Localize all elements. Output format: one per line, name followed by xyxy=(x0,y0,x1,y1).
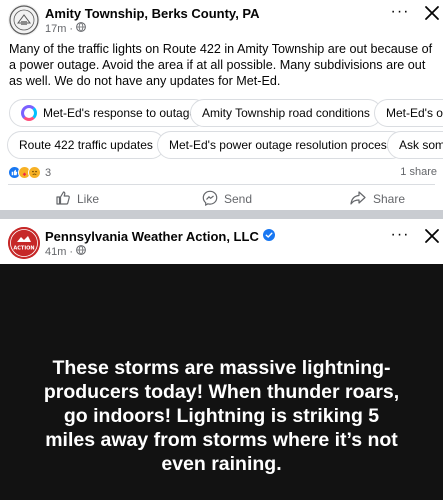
page-name[interactable]: Pennsylvania Weather Action, LLC xyxy=(45,229,259,244)
send-button[interactable]: Send xyxy=(202,190,252,208)
share-label: Share xyxy=(373,192,406,206)
verified-badge-icon xyxy=(262,229,275,244)
send-label: Send xyxy=(224,192,253,206)
reactions-summary[interactable]: 3 xyxy=(8,166,51,179)
post-time[interactable]: 17m xyxy=(45,23,66,36)
post-pennsylvania-weather-action: ACTION Pennsylvania Weather Action, LLC … xyxy=(0,219,443,264)
ai-suggestion-chip-1[interactable]: Met-Ed's response to outage xyxy=(9,99,209,127)
share-count[interactable]: 1 share xyxy=(400,166,437,178)
suggestion-chip-4[interactable]: Route 422 traffic updates xyxy=(7,131,165,159)
avatar-logo-text: ACTION xyxy=(13,246,34,252)
feed-divider xyxy=(0,210,443,219)
share-arrow-icon xyxy=(349,190,367,209)
share-button[interactable]: Share xyxy=(349,190,405,208)
chip-label: Ask some xyxy=(399,138,443,152)
chip-label: Met-Ed's power outage resolution process xyxy=(169,138,393,152)
post-body-text: Many of the traffic lights on Route 422 … xyxy=(9,42,433,88)
close-icon[interactable] xyxy=(422,226,442,246)
reaction-count: 3 xyxy=(45,166,52,179)
post-time[interactable]: 41m xyxy=(45,246,66,259)
suggestion-chip-2[interactable]: Amity Township road conditions xyxy=(190,99,382,127)
close-icon[interactable] xyxy=(422,3,442,23)
post-meta: 41m · xyxy=(45,245,86,259)
like-label: Like xyxy=(77,192,100,206)
more-options-button[interactable]: ··· xyxy=(389,227,411,244)
suggestion-chip-6[interactable]: Ask some xyxy=(387,131,443,159)
post-meta: 17m · xyxy=(45,22,86,36)
post-image[interactable]: These storms are massive lightning-produ… xyxy=(0,264,443,500)
like-button[interactable]: Like xyxy=(55,190,99,208)
page-avatar-logo[interactable]: ACTION xyxy=(8,227,40,259)
page-avatar-seal[interactable] xyxy=(8,4,40,36)
chip-label: Met-Ed's ou xyxy=(386,106,443,120)
globe-icon xyxy=(76,245,86,259)
page-name-row: Pennsylvania Weather Action, LLC xyxy=(45,229,275,244)
post-amity-township: Amity Township, Berks County, PA 17m · ·… xyxy=(0,0,443,210)
image-text: These storms are massive lightning-produ… xyxy=(43,357,400,475)
sad-reaction-icon xyxy=(28,166,41,179)
meta-ai-icon xyxy=(21,105,37,121)
messenger-icon xyxy=(202,190,218,209)
suggestion-chip-3[interactable]: Met-Ed's ou xyxy=(374,99,443,127)
page-name[interactable]: Amity Township, Berks County, PA xyxy=(45,6,260,21)
chip-label: Route 422 traffic updates xyxy=(19,138,153,152)
chip-label: Met-Ed's response to outage xyxy=(43,106,197,120)
chip-label: Amity Township road conditions xyxy=(202,106,370,120)
globe-icon xyxy=(76,22,86,36)
actions-divider xyxy=(8,184,435,185)
thumbs-up-icon xyxy=(55,190,71,209)
more-options-button[interactable]: ··· xyxy=(389,4,411,21)
suggestion-chip-5[interactable]: Met-Ed's power outage resolution process xyxy=(157,131,405,159)
